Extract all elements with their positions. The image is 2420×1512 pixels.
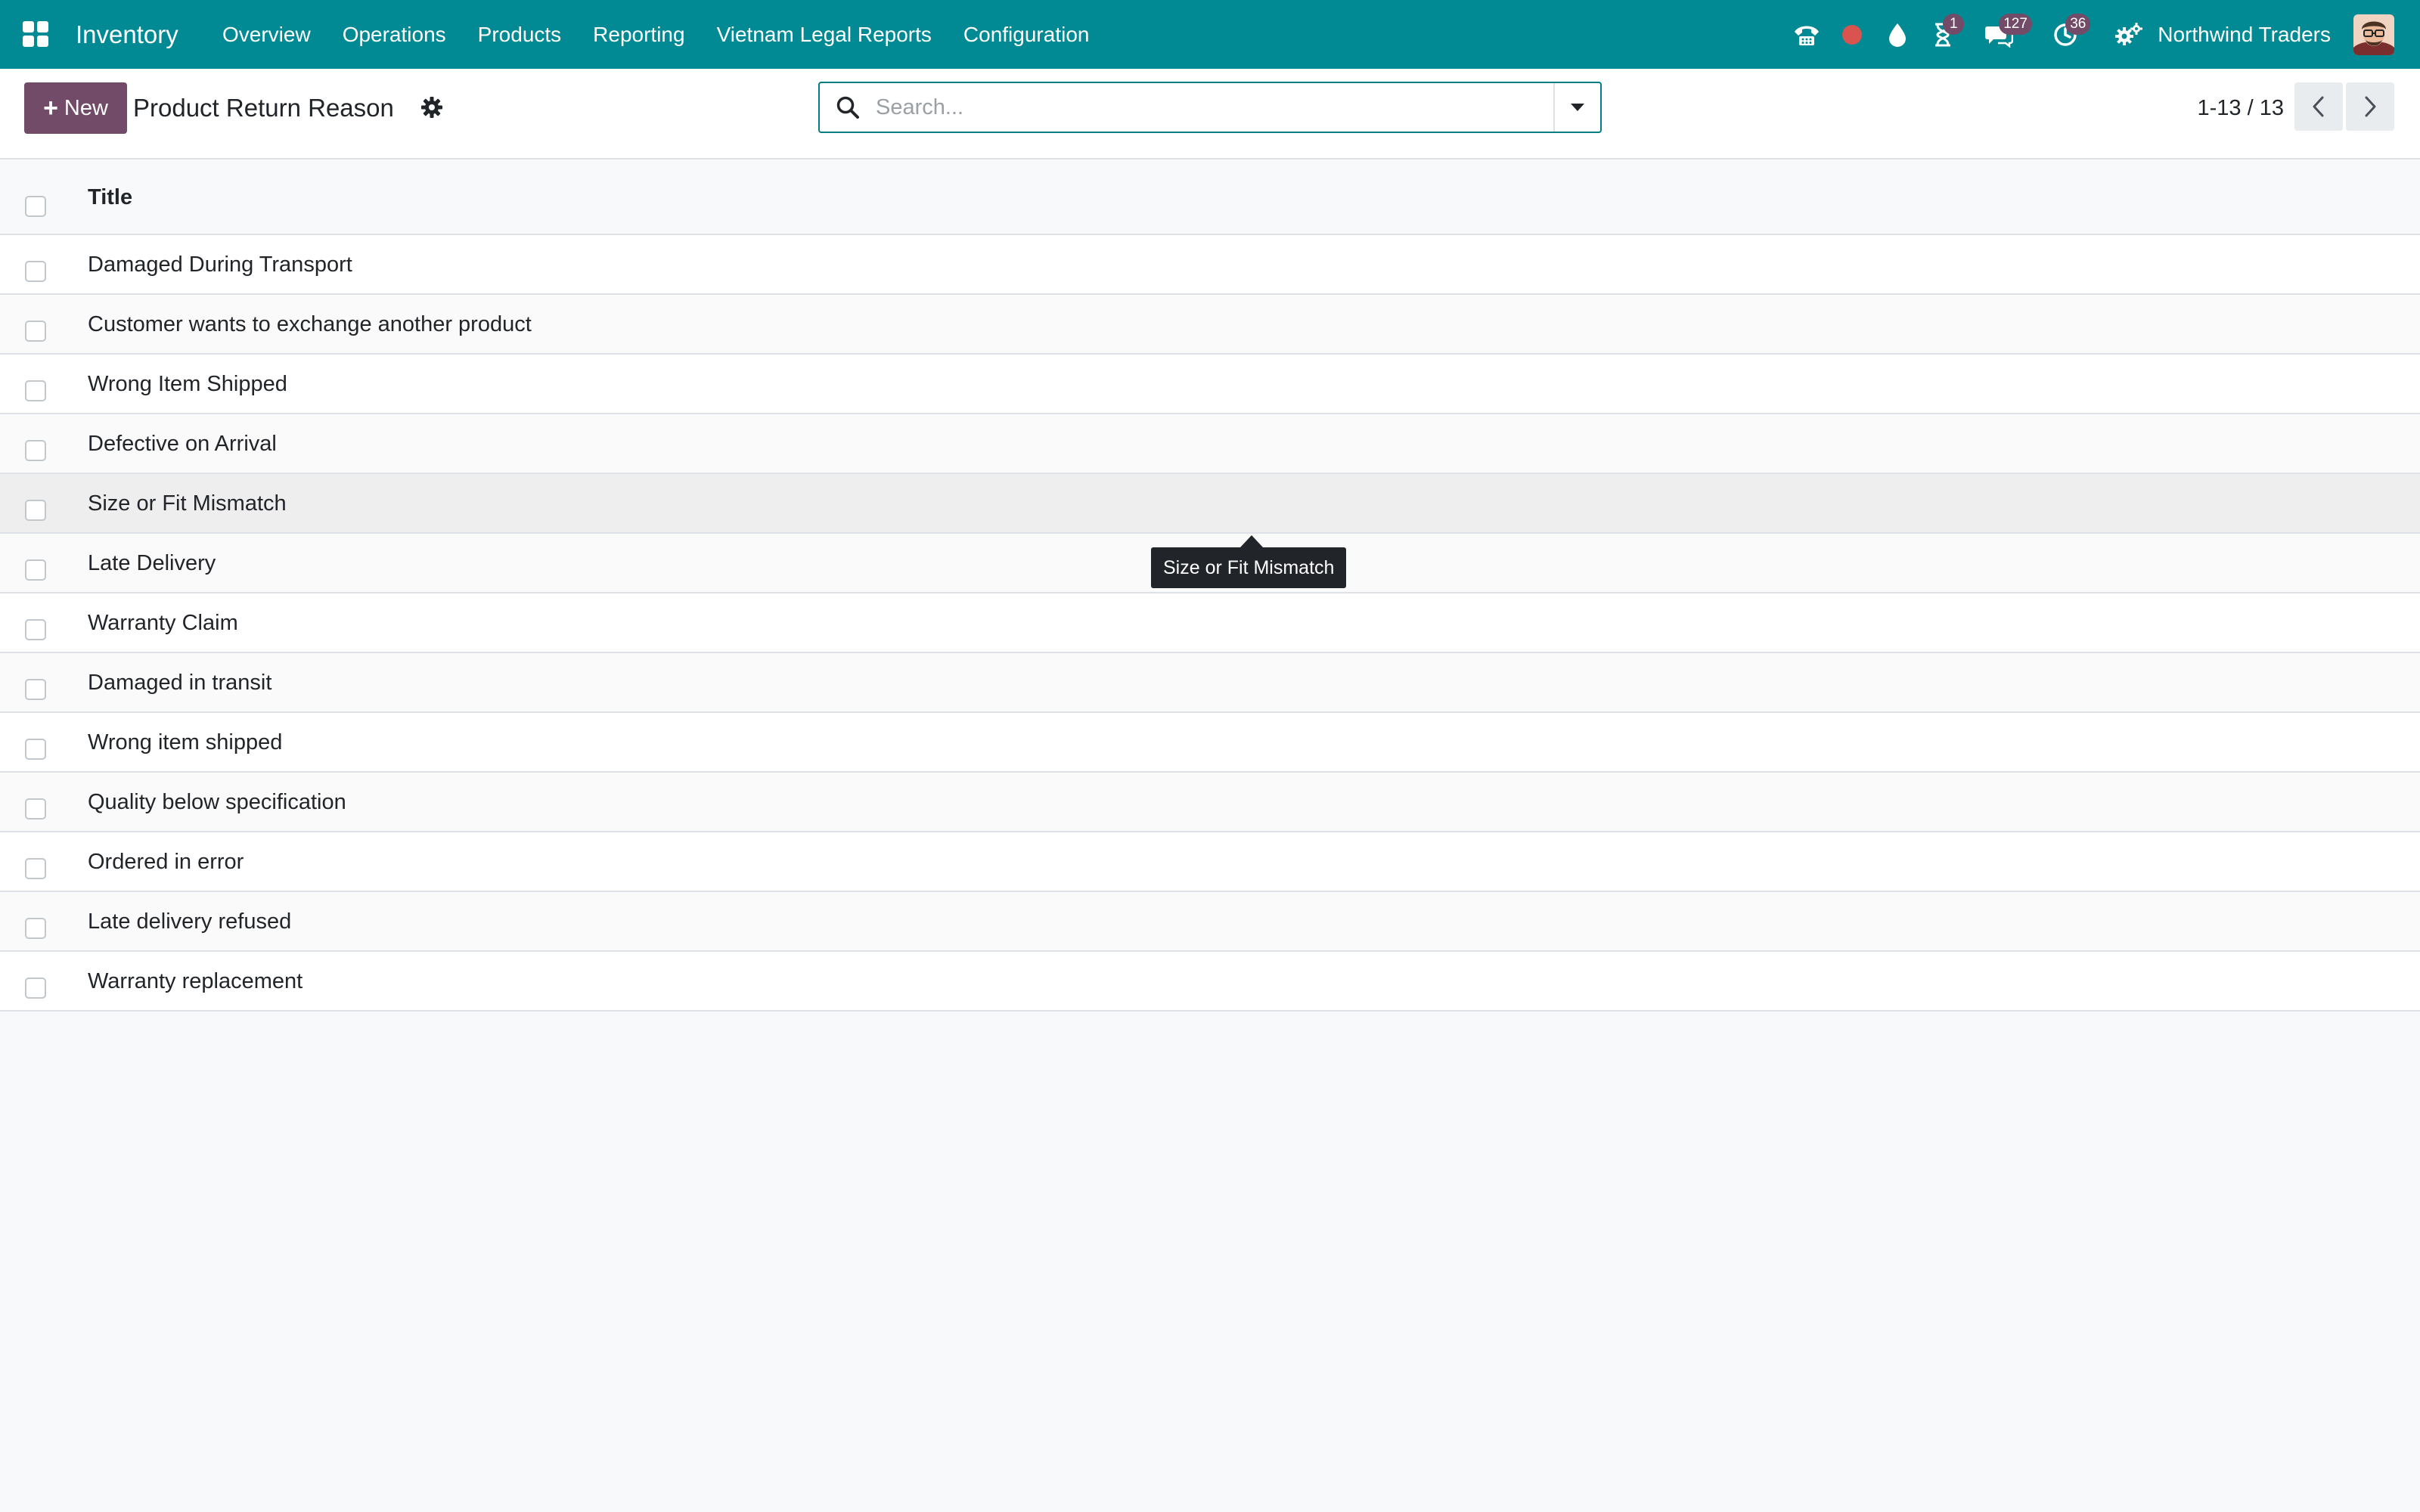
table-row[interactable]: Quality below specification [0,773,2420,832]
phone-icon[interactable] [1790,18,1823,51]
row-checkbox[interactable] [25,261,46,282]
chevron-right-icon [2365,96,2376,117]
table-row[interactable]: Damaged in transit [0,653,2420,713]
settings-gears-icon[interactable] [2112,18,2145,51]
menu-item-operations[interactable]: Operations [343,23,446,47]
user-avatar[interactable] [2353,14,2394,55]
table-row[interactable]: Warranty Claim [0,593,2420,653]
pager-value[interactable]: 1-13 / 13 [2178,82,2284,134]
search-box [818,82,1602,133]
row-checkbox[interactable] [25,321,46,342]
row-checkbox[interactable] [25,380,46,401]
menu-item-products[interactable]: Products [478,23,562,47]
row-title: Warranty replacement [88,969,303,993]
row-checkbox[interactable] [25,440,46,461]
row-checkbox[interactable] [25,739,46,760]
row-checkbox[interactable] [25,858,46,879]
menu-item-overview[interactable]: Overview [222,23,311,47]
row-title: Late Delivery [88,551,216,575]
clock-badge: 36 [2065,13,2091,35]
table-row[interactable]: Size or Fit Mismatch [0,474,2420,534]
menu-item-configuration[interactable]: Configuration [963,23,1090,47]
activities-badge: 1 [1943,13,1965,35]
new-button-label: New [64,95,108,120]
water-drop-icon[interactable] [1881,18,1914,51]
main-menu: Overview Operations Products Reporting V… [222,0,1121,69]
row-title: Quality below specification [88,790,346,814]
column-header-title[interactable]: Title [88,160,132,235]
row-title: Late delivery refused [88,909,292,934]
row-title: Warranty Claim [88,611,238,635]
page-title: Product Return Reason [133,94,394,122]
search-options-toggle[interactable] [1553,83,1600,132]
tooltip-arrow [1240,535,1263,547]
company-switcher[interactable]: Northwind Traders [2158,23,2331,47]
table-row[interactable]: Wrong item shipped [0,713,2420,773]
messages-icon[interactable]: 127 [1982,13,2032,51]
search-icon [820,83,876,132]
table-row[interactable]: Ordered in error [0,832,2420,892]
clock-icon[interactable]: 36 [2049,13,2091,51]
caret-down-icon [1571,104,1584,111]
activities-hourglass-icon[interactable]: 1 [1926,13,1965,51]
row-checkbox[interactable] [25,798,46,820]
row-checkbox[interactable] [25,559,46,581]
row-checkbox[interactable] [25,978,46,999]
list-header: Title [0,160,2420,235]
pager-previous-button[interactable] [2294,82,2343,131]
table-row[interactable]: Warranty replacement [0,952,2420,1012]
control-panel: + New Product Return Reason 1-13 / [0,69,2420,160]
table-row[interactable]: Late delivery refused [0,892,2420,952]
record-dot-icon[interactable] [1835,18,1869,51]
app-name[interactable]: Inventory [76,0,178,69]
row-title: Customer wants to exchange another produ… [88,312,532,336]
chevron-left-icon [2313,96,2324,117]
messages-badge: 127 [1999,13,2032,35]
top-navbar: Inventory Overview Operations Products R… [0,0,2420,69]
row-checkbox[interactable] [25,679,46,700]
apps-menu-icon[interactable] [23,21,48,47]
pager-next-button[interactable] [2346,82,2394,131]
row-checkbox[interactable] [25,918,46,939]
table-row[interactable]: Damaged During Transport [0,235,2420,295]
table-row[interactable]: Defective on Arrival [0,414,2420,474]
row-title: Wrong Item Shipped [88,372,287,396]
row-title: Size or Fit Mismatch [88,491,287,516]
menu-item-vietnam-legal-reports[interactable]: Vietnam Legal Reports [717,23,932,47]
systray: 1 127 36 Northwind Traders [1790,0,2420,69]
gear-icon[interactable] [419,94,445,120]
row-title: Wrong item shipped [88,730,283,754]
select-all-checkbox[interactable] [25,196,46,217]
table-row[interactable]: Customer wants to exchange another produ… [0,295,2420,355]
plus-icon: + [43,94,58,122]
search-input[interactable] [876,85,1553,130]
row-tooltip: Size or Fit Mismatch [1151,547,1347,588]
row-checkbox[interactable] [25,619,46,640]
new-button[interactable]: + New [24,82,127,134]
row-title: Damaged in transit [88,671,272,695]
table-row[interactable]: Wrong Item Shipped [0,355,2420,414]
row-title: Ordered in error [88,850,244,874]
menu-item-reporting[interactable]: Reporting [593,23,684,47]
row-title: Defective on Arrival [88,432,277,456]
row-title: Damaged During Transport [88,253,352,277]
row-checkbox[interactable] [25,500,46,521]
